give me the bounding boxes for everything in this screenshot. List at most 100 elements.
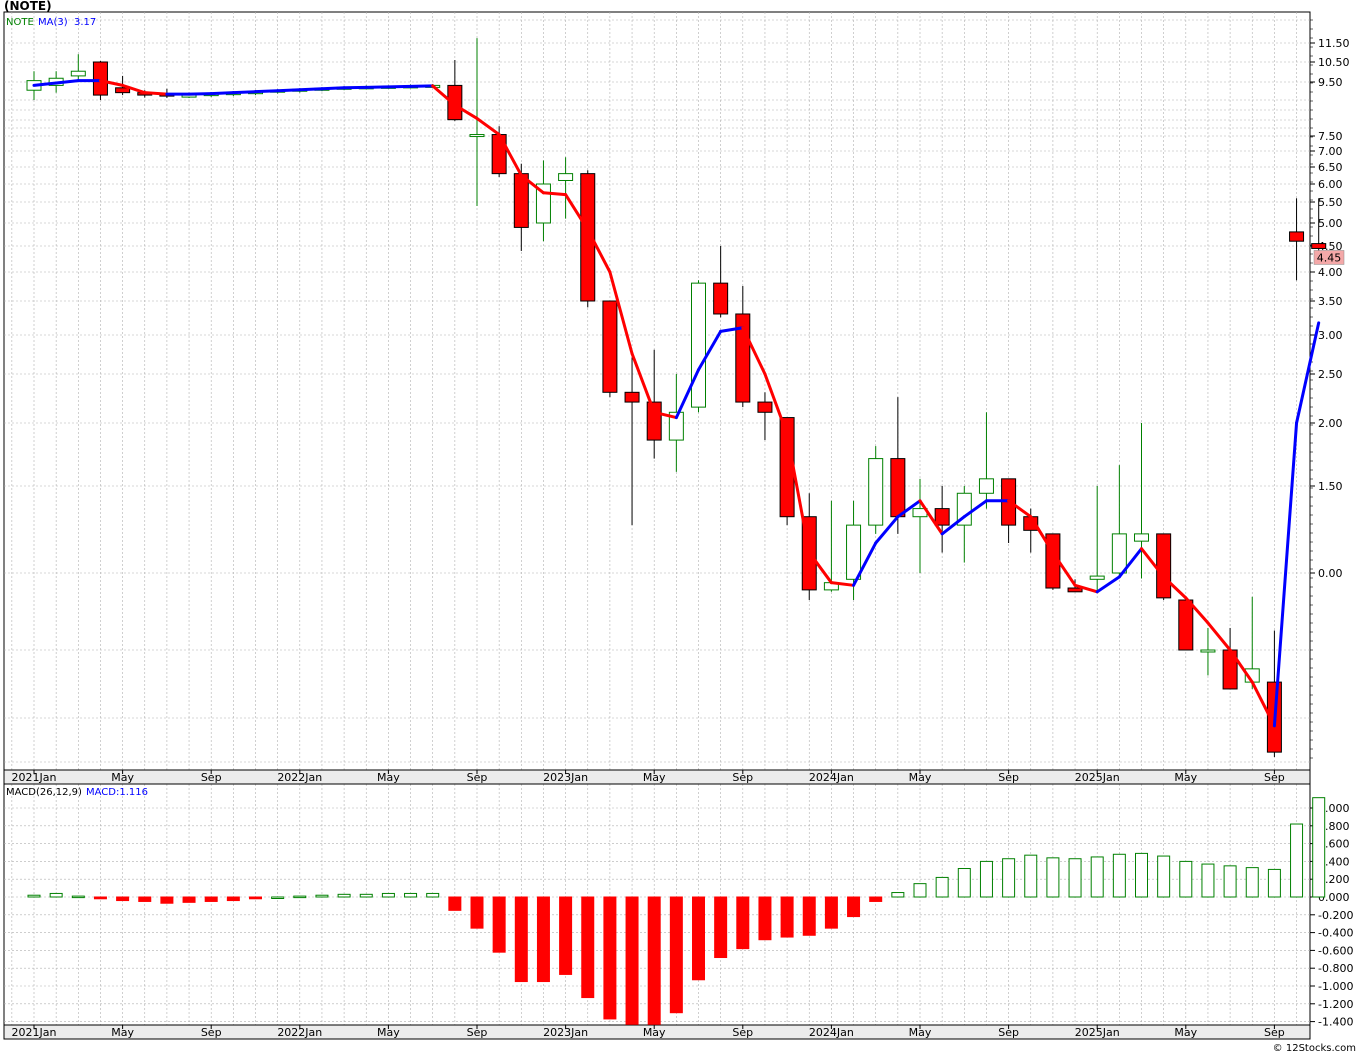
x-tick-label: 2023Jan (543, 771, 588, 784)
macd-bar (1046, 857, 1060, 898)
macd-bar (27, 894, 41, 898)
y-tick-label: 11.50 (1318, 37, 1350, 50)
macd-bar (847, 896, 861, 918)
y-tick-label: -1.200 (1318, 998, 1353, 1011)
ma-segment (298, 87, 324, 92)
macd-bar (1068, 858, 1082, 898)
candle-body (978, 478, 994, 494)
candle-body (1200, 649, 1216, 653)
x-tick-label: May (377, 771, 400, 784)
x-tick-label: May (643, 1026, 666, 1039)
macd-bar (1290, 823, 1304, 898)
legend-ma: MA(3) (38, 17, 68, 28)
x-tick-label: 2024Jan (809, 771, 854, 784)
macd-bar (514, 896, 528, 983)
y-tick-label: 0.00 (1318, 567, 1343, 580)
macd-bar (581, 896, 595, 999)
macd-bar (381, 892, 395, 898)
y-tick-label: 2.50 (1318, 368, 1343, 381)
macd-bar (780, 896, 794, 938)
y-tick-label: 10.50 (1318, 56, 1350, 69)
macd-bar (470, 896, 484, 929)
macd-bar (603, 896, 617, 1020)
x-axis-price: 2021Jan May Sep 2022Jan May Sep 2023Jan May Sep 2… (3, 769, 1311, 785)
macd-bar (249, 896, 262, 900)
macd-bar (448, 896, 462, 911)
y-axis-price: 11.50 10.50 9.50 7.50 7.00 6.50 6.00 5.50 5.00 4.… (1310, 19, 1350, 759)
macd-bar (337, 893, 351, 898)
x-axis-macd: 2021Jan May Sep 2022Jan May Sep 2023Jan May Sep 2… (3, 1024, 1311, 1040)
macd-bar (426, 892, 440, 898)
x-tick-label: 2023Jan (543, 1026, 588, 1039)
macd-bar (1157, 855, 1171, 898)
candle (868, 446, 884, 534)
ma-segment (143, 91, 169, 96)
y-tick-label: -0.200 (1318, 909, 1353, 922)
x-tick-label: 2022Jan (277, 771, 322, 784)
macd-bar (802, 896, 816, 936)
price-panel (3, 11, 1311, 771)
macd-bar (1312, 797, 1326, 898)
ma-segment (541, 191, 568, 197)
macd-bar (758, 896, 772, 941)
macd-bar (315, 894, 329, 898)
macd-bar (49, 892, 63, 898)
macd-bar (736, 896, 750, 950)
x-tick-label: May (111, 771, 134, 784)
x-tick-label: Sep (998, 1026, 1019, 1039)
last-price-label: 4.45 (1317, 251, 1342, 264)
watermark: © 12Stocks.com (1273, 1043, 1356, 1054)
macd-bar (1002, 858, 1016, 898)
candle-body (757, 401, 773, 413)
legend-ma-value: 3.17 (74, 17, 96, 28)
candle-body (1089, 575, 1105, 580)
macd-bar (979, 860, 993, 898)
macd-bar (714, 896, 728, 959)
legend-macd-value: MACD:1.116 (86, 787, 148, 798)
y-tick-label: 3.50 (1318, 295, 1343, 308)
x-tick-label: Sep (467, 1026, 488, 1039)
macd-bar (1223, 865, 1237, 898)
y-tick-label: 5.50 (1318, 196, 1343, 209)
x-tick-label: May (111, 1026, 134, 1039)
macd-bar (182, 896, 196, 903)
candle (602, 300, 618, 398)
macd-bar (935, 876, 949, 898)
y-tick-label: 7.50 (1318, 130, 1343, 143)
y-tick-label: -0.600 (1318, 944, 1353, 957)
x-tick-label: 2021Jan (12, 1026, 57, 1039)
macd-bar (891, 892, 905, 898)
candle-body (513, 173, 529, 228)
legend-macd: MACD(26,12,9) (6, 787, 82, 798)
x-tick-label: 2022Jan (277, 1026, 322, 1039)
y-tick-label: 3.00 (1318, 329, 1343, 342)
candle-body (92, 61, 108, 96)
y-tick-label: 9.50 (1318, 76, 1343, 89)
candle-body (491, 134, 507, 175)
candle (1156, 533, 1172, 600)
candle-body (1178, 599, 1194, 651)
x-tick-label: May (909, 771, 932, 784)
macd-bar (824, 896, 838, 929)
ma-segment (320, 86, 346, 91)
candle-body (558, 173, 574, 181)
candle-body (713, 282, 729, 315)
macd-bar (957, 868, 971, 898)
macd-bar (1024, 854, 1038, 898)
x-tick-label: 2024Jan (809, 1026, 854, 1039)
x-tick-label: Sep (732, 1026, 753, 1039)
candle-body (1156, 533, 1172, 599)
y-tick-label: 7.00 (1318, 145, 1343, 158)
macd-bar (692, 896, 705, 981)
candle-body (1111, 533, 1127, 574)
ma-segment (254, 89, 280, 94)
y-tick-label: 4.00 (1318, 266, 1343, 279)
x-tick-label: May (909, 1026, 932, 1039)
y-tick-label: -0.400 (1318, 927, 1353, 940)
candle-body (602, 300, 618, 393)
macd-bar (536, 896, 550, 983)
macd-bar (204, 896, 218, 902)
candle-body (1311, 243, 1327, 249)
x-tick-label: 2021Jan (12, 771, 57, 784)
x-tick-label: Sep (201, 1026, 222, 1039)
